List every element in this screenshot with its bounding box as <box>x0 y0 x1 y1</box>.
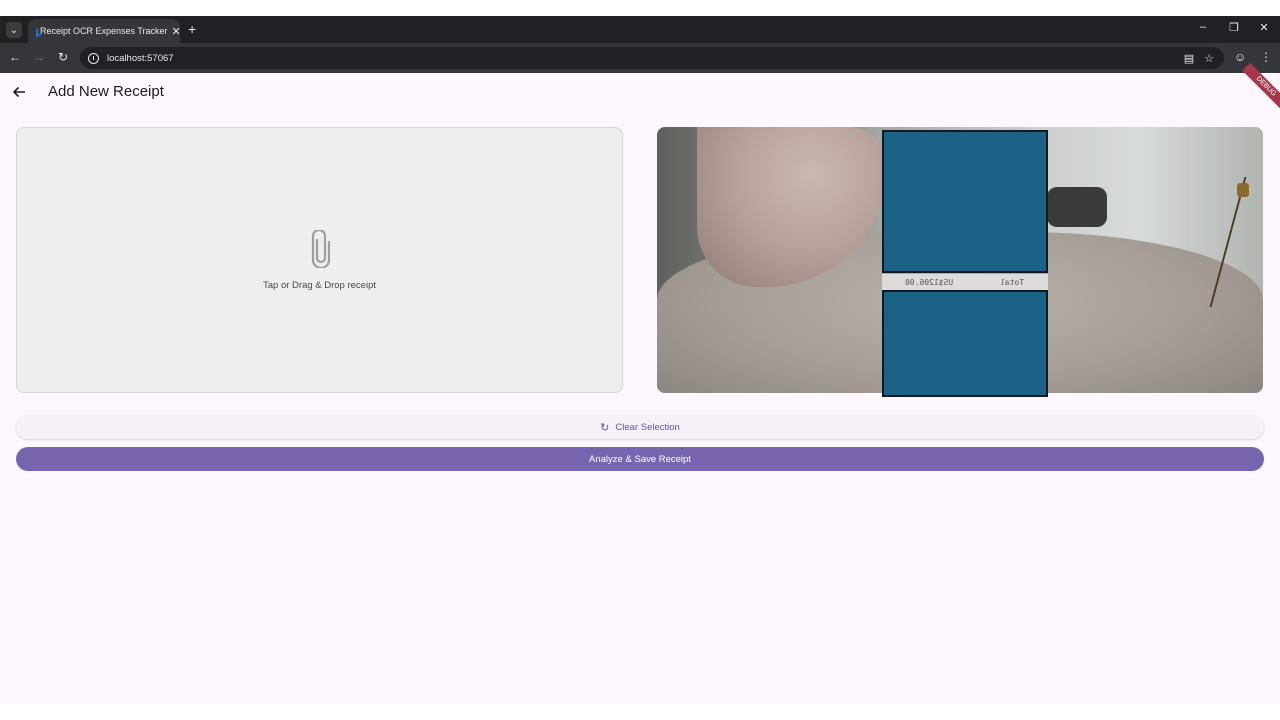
tab-list-chevron-down-icon[interactable]: ⌄ <box>6 22 22 38</box>
forward-arrow-icon[interactable]: → <box>31 50 47 64</box>
redaction-box-top <box>882 130 1048 273</box>
redaction-box-bottom <box>882 290 1048 397</box>
address-bar[interactable]: localhost:57067 ▤ ☆ <box>80 47 1224 69</box>
top-margin <box>0 0 1280 16</box>
refresh-icon: ↻ <box>600 421 610 434</box>
lamp-head-shape <box>1237 183 1249 197</box>
app-body: Add New Receipt DEBUG Tap or Drag & Drop… <box>0 62 1280 704</box>
profile-icon[interactable]: ☺ <box>1234 50 1246 64</box>
chair-shape <box>1047 187 1107 227</box>
browser-tabstrip: ⌄ Receipt OCR Expenses Tracker ✕ + – ❐ ✕ <box>0 16 1280 43</box>
clear-selection-button[interactable]: ↻ Clear Selection <box>16 415 1264 439</box>
browser-toolbar: ← → ↻ localhost:57067 ▤ ☆ ☺ ⋮ <box>0 43 1280 73</box>
bottom-margin <box>0 704 1280 720</box>
clear-selection-label: Clear Selection <box>615 421 680 433</box>
receipt-amount-text: US$1206.00 <box>905 277 954 287</box>
receipt-text-strip: US$1206.00 Total <box>882 274 1048 290</box>
restore-icon[interactable]: ❐ <box>1227 21 1241 34</box>
reload-icon[interactable]: ↻ <box>55 50 71 64</box>
paperclip-icon <box>311 230 331 268</box>
minimize-icon[interactable]: – <box>1196 21 1210 33</box>
tab-title: Receipt OCR Expenses Tracker <box>40 26 168 36</box>
page-title: Add New Receipt <box>48 83 164 100</box>
drop-zone-label: Tap or Drag & Drop receipt <box>263 280 376 291</box>
back-arrow-icon[interactable] <box>10 83 28 101</box>
site-info-icon[interactable] <box>88 52 99 64</box>
back-arrow-icon[interactable]: ← <box>7 50 23 64</box>
receipt-total-text: Total <box>1000 277 1025 287</box>
url-text[interactable]: localhost:57067 <box>107 53 1184 64</box>
bookmark-star-icon[interactable]: ☆ <box>1204 52 1214 65</box>
analyze-save-button[interactable]: Analyze & Save Receipt <box>16 447 1264 471</box>
kebab-menu-icon[interactable]: ⋮ <box>1260 50 1272 64</box>
analyze-save-label: Analyze & Save Receipt <box>589 453 691 465</box>
receipt-drop-zone[interactable]: Tap or Drag & Drop receipt <box>16 127 623 393</box>
browser-tab[interactable]: Receipt OCR Expenses Tracker ✕ <box>28 19 181 43</box>
window-close-icon[interactable]: ✕ <box>1257 21 1271 34</box>
tab-close-icon[interactable]: ✕ <box>172 25 181 38</box>
new-tab-plus-icon[interactable]: + <box>188 21 196 37</box>
page-action-icon[interactable]: ▤ <box>1184 52 1194 65</box>
